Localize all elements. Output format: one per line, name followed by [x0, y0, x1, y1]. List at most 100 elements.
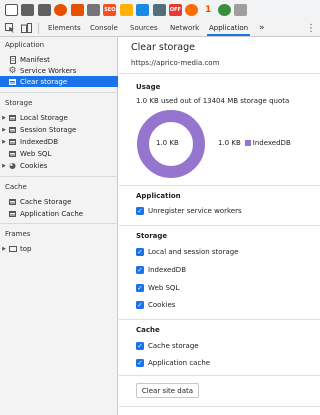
- extension-icon-4[interactable]: [54, 4, 68, 16]
- tab-network[interactable]: Network: [168, 20, 201, 36]
- checkbox-label: Application cache: [148, 359, 211, 367]
- clear-site-data-button[interactable]: Clear site data: [136, 383, 199, 398]
- sidebar-item-label: Manifest: [20, 55, 50, 64]
- sidebar-item-session-storage[interactable]: ▶ Session Storage: [0, 124, 118, 135]
- tab-application[interactable]: Application: [207, 20, 251, 36]
- extension-icon-6[interactable]: [86, 4, 100, 16]
- expand-arrow-icon[interactable]: ▶: [0, 246, 8, 252]
- local-session-storage-checkbox[interactable]: ✓ Local and session storage: [136, 248, 239, 256]
- checkbox-checked-icon[interactable]: ✓: [136, 359, 144, 367]
- divider: [119, 185, 320, 186]
- sidebar-section-cache: Cache: [5, 183, 27, 191]
- donut-center-label: 1.0 KB: [156, 139, 179, 147]
- grid-icon: [8, 197, 17, 206]
- checkbox-checked-icon[interactable]: ✓: [136, 301, 144, 309]
- inspect-element-icon[interactable]: [4, 20, 15, 36]
- sidebar-item-service-workers[interactable]: ⚙ Service Workers: [0, 65, 118, 76]
- extension-icon-14[interactable]: [218, 4, 232, 16]
- sidebar-item-label: Session Storage: [20, 125, 77, 134]
- unregister-service-workers-checkbox[interactable]: ✓ Unregister service workers: [136, 207, 242, 215]
- storage-heading: Storage: [136, 232, 168, 240]
- checkbox-label: Cache storage: [148, 342, 199, 350]
- database-icon: [8, 149, 17, 158]
- sidebar-item-local-storage[interactable]: ▶ Local Storage: [0, 112, 118, 123]
- sidebar-item-label: Service Workers: [20, 66, 77, 75]
- sidebar-section-application: Application: [5, 41, 45, 49]
- divider: [0, 223, 118, 224]
- sidebar-item-label: Clear storage: [20, 77, 68, 86]
- gear-icon: ⚙: [8, 65, 17, 76]
- extension-icon-3[interactable]: [37, 4, 51, 16]
- kebab-menu-icon[interactable]: ⋮: [306, 20, 316, 36]
- sidebar-item-cookies[interactable]: ▶ ◕ Cookies: [0, 160, 118, 171]
- device-toolbar-icon[interactable]: [20, 20, 32, 36]
- sidebar-item-label: IndexedDB: [20, 137, 58, 146]
- checkbox-checked-icon[interactable]: ✓: [136, 284, 144, 292]
- sidebar-item-top-frame[interactable]: ▶ top: [0, 243, 118, 254]
- expand-arrow-icon[interactable]: ▶: [0, 139, 8, 145]
- usage-heading: Usage: [136, 83, 161, 91]
- extension-icon-15[interactable]: [234, 4, 248, 16]
- checkbox-checked-icon[interactable]: ✓: [136, 266, 144, 274]
- sidebar: Application Manifest ⚙ Service Workers C…: [0, 37, 118, 415]
- extension-icon-10[interactable]: [152, 4, 166, 16]
- grid-icon: [8, 113, 17, 122]
- tab-sources[interactable]: Sources: [128, 20, 160, 36]
- sidebar-item-label: Application Cache: [20, 209, 84, 218]
- sidebar-item-label: Web SQL: [20, 149, 52, 158]
- sidebar-item-label: Local Storage: [20, 113, 68, 122]
- sidebar-item-label: Cache Storage: [20, 197, 72, 206]
- legend-swatch: [244, 140, 251, 146]
- sidebar-item-web-sql[interactable]: Web SQL: [0, 148, 118, 159]
- extension-icon-1[interactable]: [5, 4, 18, 16]
- expand-arrow-icon[interactable]: ▶: [0, 163, 8, 169]
- web-sql-checkbox[interactable]: ✓ Web SQL: [136, 284, 179, 292]
- extension-icon-8[interactable]: [119, 4, 133, 16]
- usage-legend: 1.0 KB IndexedDB: [218, 139, 291, 147]
- cookies-checkbox[interactable]: ✓ Cookies: [136, 301, 175, 309]
- extension-toolbar: SEO OFF 1: [0, 0, 320, 20]
- expand-arrow-icon[interactable]: ▶: [0, 127, 8, 133]
- legend-value: 1.0 KB: [218, 139, 241, 147]
- tab-elements[interactable]: Elements: [46, 20, 83, 36]
- document-icon: [8, 55, 17, 64]
- cache-storage-checkbox[interactable]: ✓ Cache storage: [136, 342, 199, 350]
- tab-console[interactable]: Console: [88, 20, 120, 36]
- indexeddb-checkbox[interactable]: ✓ IndexedDB: [136, 266, 186, 274]
- grid-icon: [8, 209, 17, 218]
- expand-arrow-icon[interactable]: ▶: [0, 115, 8, 121]
- sidebar-item-label: Cookies: [20, 161, 48, 170]
- more-tabs-button[interactable]: »: [257, 20, 267, 36]
- checkbox-checked-icon[interactable]: ✓: [136, 342, 144, 350]
- extension-icon-12[interactable]: [185, 4, 199, 16]
- database-icon: [8, 137, 17, 146]
- sidebar-item-manifest[interactable]: Manifest: [0, 54, 118, 65]
- extension-icon-13[interactable]: 1: [202, 4, 215, 16]
- legend-name: IndexedDB: [252, 139, 291, 147]
- database-icon: [8, 77, 17, 86]
- divider: [119, 319, 320, 320]
- sidebar-item-cache-storage[interactable]: Cache Storage: [0, 196, 118, 207]
- sidebar-item-application-cache[interactable]: Application Cache: [0, 208, 118, 219]
- extension-icon-5[interactable]: [70, 4, 84, 16]
- checkbox-checked-icon[interactable]: ✓: [136, 207, 144, 215]
- extension-icon-7[interactable]: SEO: [103, 4, 117, 16]
- frame-icon: [8, 244, 17, 253]
- application-cache-checkbox[interactable]: ✓ Application cache: [136, 359, 210, 367]
- divider: [119, 406, 320, 407]
- checkbox-label: Local and session storage: [148, 248, 239, 256]
- checkbox-label: Cookies: [148, 301, 176, 309]
- extension-icon-9[interactable]: [136, 4, 150, 16]
- extension-icon-2[interactable]: [21, 4, 35, 16]
- checkbox-label: Unregister service workers: [148, 207, 242, 215]
- checkbox-checked-icon[interactable]: ✓: [136, 248, 144, 256]
- divider: [0, 176, 118, 177]
- divider: [119, 375, 320, 376]
- sidebar-item-indexeddb[interactable]: ▶ IndexedDB: [0, 136, 118, 147]
- devtools-tab-bar: Elements Console Sources Network Applica…: [0, 20, 320, 37]
- extension-icon-11[interactable]: OFF: [168, 4, 182, 16]
- origin-url: https://aprico-media.com: [131, 59, 220, 67]
- sidebar-item-clear-storage[interactable]: Clear storage: [0, 76, 118, 87]
- tab-divider: [38, 23, 39, 34]
- cache-heading: Cache: [136, 326, 160, 334]
